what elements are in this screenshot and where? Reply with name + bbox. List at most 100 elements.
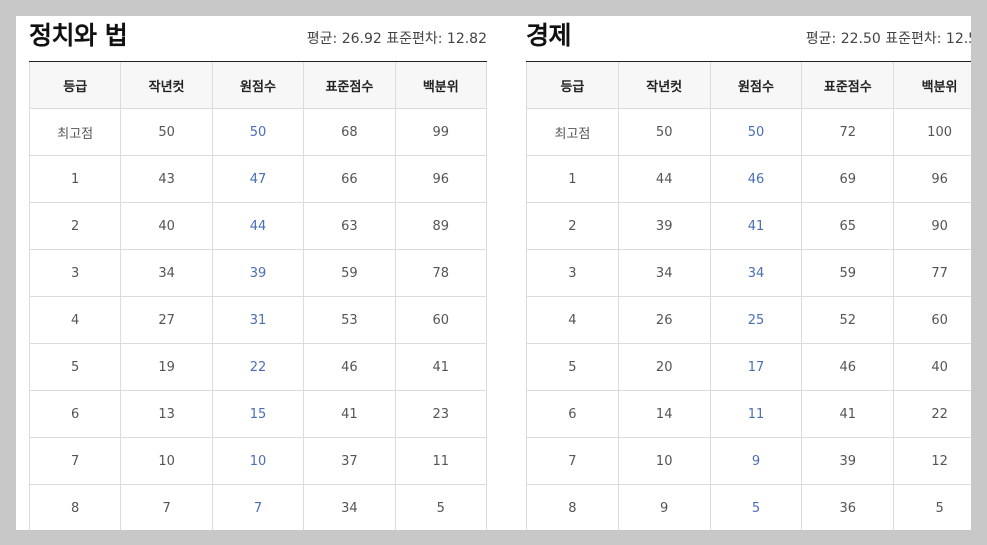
table-cell: 13	[120, 390, 213, 438]
table-row: 4 26 25 52 60	[526, 296, 971, 344]
column-header: 백분위	[893, 62, 971, 109]
table-cell: 19	[120, 343, 213, 391]
table-cell: 50	[709, 108, 803, 156]
table-cell: 9	[709, 437, 803, 485]
table-row: 3 34 39 59 78	[28, 249, 488, 297]
table-cell: 25	[709, 296, 803, 344]
table-row: 최고점 50 50 68 99	[28, 108, 488, 156]
table-cell: 77	[893, 249, 971, 297]
table-cell: 69	[801, 155, 895, 203]
table-cell: 78	[394, 249, 488, 297]
table-cell: 22	[211, 343, 305, 391]
table-cell: 5	[394, 484, 488, 530]
table-cell: 10	[617, 437, 711, 485]
table-cell: 6	[28, 390, 122, 438]
panel-stats: 평균: 26.92 표준편차: 12.82	[306, 31, 487, 47]
table-cell: 53	[303, 296, 396, 344]
table-cell: 44	[211, 202, 305, 250]
table-cell: 17	[709, 343, 803, 391]
table-row: 2 39 41 65 90	[526, 202, 971, 250]
table-row: 6 13 15 41 23	[28, 390, 488, 438]
panel-header: 경제 평균: 22.50 표준편차: 12.50	[526, 16, 971, 62]
table-cell: 41	[801, 390, 895, 438]
table-cell: 5	[893, 484, 971, 530]
column-header: 백분위	[394, 62, 488, 109]
table-cell: 90	[893, 202, 971, 250]
panel-title: 경제	[526, 21, 572, 50]
panel-stats: 평균: 22.50 표준편차: 12.50	[805, 31, 971, 47]
column-header: 작년컷	[120, 62, 213, 109]
panel-header: 정치와 법 평균: 26.92 표준편차: 12.82	[29, 16, 487, 62]
table-cell: 66	[303, 155, 396, 203]
table-cell: 5	[709, 484, 803, 530]
table-row: 7 10 10 37 11	[28, 437, 488, 485]
table-cell: 44	[617, 155, 711, 203]
table-cell: 96	[394, 155, 488, 203]
table-cell: 15	[211, 390, 305, 438]
table-cell: 31	[211, 296, 305, 344]
table-row: 1 43 47 66 96	[28, 155, 488, 203]
table-cell: 27	[120, 296, 213, 344]
table-cell: 8	[28, 484, 122, 530]
grade-table: 등급 작년컷 원점수 표준점수 백분위 최고점 50 50 68 99 1 43 47 66 96 2 40 44…	[28, 62, 488, 530]
table-row: 6 14 11 41 22	[526, 390, 971, 438]
table-cell: 39	[211, 249, 305, 297]
table-cell: 36	[801, 484, 895, 530]
table-cell: 63	[303, 202, 396, 250]
table-cell: 50	[120, 108, 213, 156]
table-cell: 60	[394, 296, 488, 344]
table-cell: 50	[211, 108, 305, 156]
table-cell: 34	[303, 484, 396, 530]
table-cell: 96	[893, 155, 971, 203]
table-cell: 7	[120, 484, 213, 530]
table-cell: 4	[28, 296, 122, 344]
table-cell: 7	[211, 484, 305, 530]
column-header: 표준점수	[801, 62, 895, 109]
table-cell: 5	[28, 343, 122, 391]
table-cell: 41	[709, 202, 803, 250]
column-header: 등급	[28, 62, 122, 109]
table-cell: 34	[709, 249, 803, 297]
column-header: 작년컷	[617, 62, 711, 109]
table-cell: 최고점	[28, 108, 122, 156]
panel-title: 정치와 법	[29, 21, 128, 50]
table-cell: 3	[28, 249, 122, 297]
table-cell: 34	[120, 249, 213, 297]
page: 정치와 법 평균: 26.92 표준편차: 12.82 등급 작년컷 원점수 표준점수…	[16, 16, 971, 530]
table-row: 1 44 46 69 96	[526, 155, 971, 203]
column-header: 등급	[526, 62, 619, 109]
table-header-row: 등급 작년컷 원점수 표준점수 백분위	[526, 62, 971, 109]
table-header-row: 등급 작년컷 원점수 표준점수 백분위	[28, 62, 488, 109]
table-cell: 22	[893, 390, 971, 438]
table-cell: 26	[617, 296, 711, 344]
table-row: 3 34 34 59 77	[526, 249, 971, 297]
table-cell: 89	[394, 202, 488, 250]
table-row: 5 19 22 46 41	[28, 343, 488, 391]
table-cell: 23	[394, 390, 488, 438]
panel-politics-law: 정치와 법 평균: 26.92 표준편차: 12.82 등급 작년컷 원점수 표준점수…	[28, 16, 488, 530]
table-cell: 12	[893, 437, 971, 485]
table-cell: 9	[617, 484, 711, 530]
table-cell: 4	[526, 296, 619, 344]
column-header: 표준점수	[303, 62, 396, 109]
table-cell: 34	[617, 249, 711, 297]
grade-table: 등급 작년컷 원점수 표준점수 백분위 최고점 50 50 72 100 1 44 46 69 96 2 39 4…	[526, 62, 971, 530]
table-cell: 46	[709, 155, 803, 203]
table-cell: 50	[617, 108, 711, 156]
table-cell: 59	[801, 249, 895, 297]
table-cell: 47	[211, 155, 305, 203]
table-cell: 1	[28, 155, 122, 203]
table-cell: 41	[394, 343, 488, 391]
table-cell: 6	[526, 390, 619, 438]
table-cell: 8	[526, 484, 619, 530]
table-cell: 100	[893, 108, 971, 156]
column-header: 원점수	[709, 62, 803, 109]
table-row: 최고점 50 50 72 100	[526, 108, 971, 156]
table-cell: 20	[617, 343, 711, 391]
table-row: 8 9 5 36 5	[526, 484, 971, 530]
table-cell: 68	[303, 108, 396, 156]
column-header: 원점수	[211, 62, 305, 109]
table-cell: 10	[120, 437, 213, 485]
table-cell: 7	[526, 437, 619, 485]
table-row: 2 40 44 63 89	[28, 202, 488, 250]
